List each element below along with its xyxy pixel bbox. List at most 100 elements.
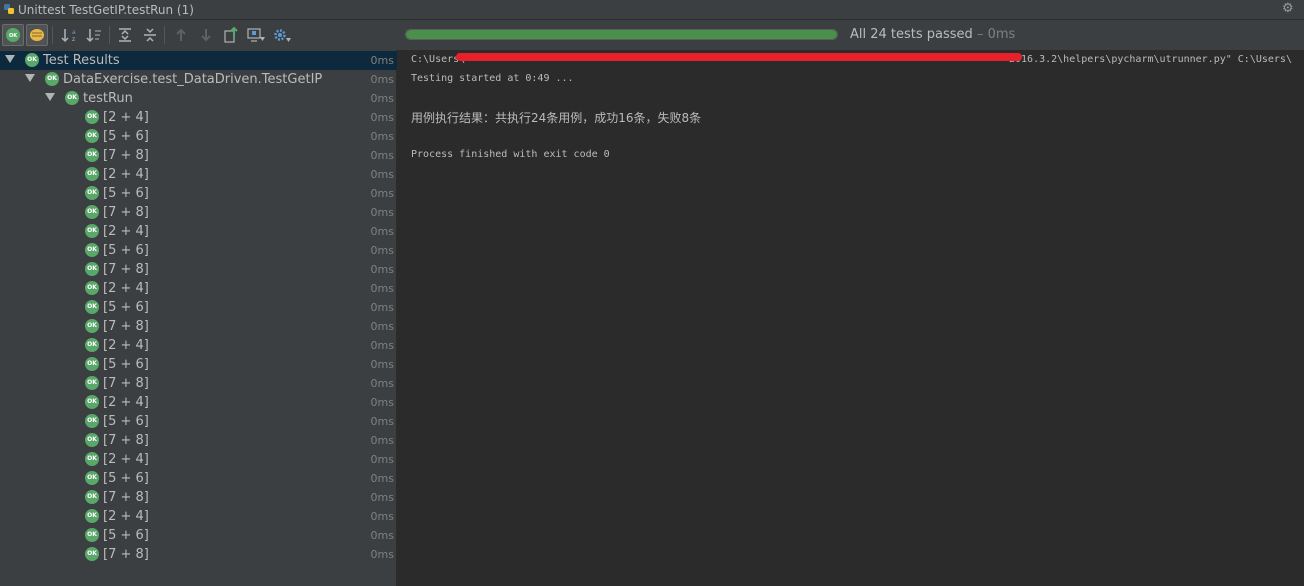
console-exit-code: Process finished with exit code 0: [411, 149, 610, 160]
test-case-time: 0ms: [370, 434, 394, 447]
tree-suite-row[interactable]: OK DataExercise.test_DataDriven.TestGetI…: [0, 70, 397, 89]
test-case-row[interactable]: OK [7 + 8] 0ms: [0, 374, 397, 393]
ok-icon: OK: [85, 205, 99, 219]
show-passed-button[interactable]: OK: [2, 24, 24, 46]
test-case-time: 0ms: [370, 111, 394, 124]
console-result-summary: 用例执行结果：共执行24条用例，成功16条，失败8条: [411, 111, 702, 125]
redaction-mark: [456, 53, 1022, 61]
previous-failed-button[interactable]: [170, 24, 192, 46]
test-case-label: [2 + 4]: [103, 110, 149, 125]
arrow-up-icon: [176, 28, 186, 41]
test-case-label: [2 + 4]: [103, 395, 149, 410]
title-bar: Unittest TestGetIP.testRun (1) ⚙: [0, 0, 1304, 20]
tree-method-row[interactable]: OK testRun 0ms: [0, 89, 397, 108]
collapse-all-button[interactable]: [139, 24, 161, 46]
progress-fill: [406, 30, 837, 39]
test-case-row[interactable]: OK [5 + 6] 0ms: [0, 184, 397, 203]
test-case-label: [7 + 8]: [103, 148, 149, 163]
test-case-label: [2 + 4]: [103, 509, 149, 524]
sort-duration-button[interactable]: [83, 24, 105, 46]
test-case-row[interactable]: OK [5 + 6] 0ms: [0, 526, 397, 545]
tree-suite-label: DataExercise.test_DataDriven.TestGetIP: [63, 72, 323, 87]
test-case-row[interactable]: OK [2 + 4] 0ms: [0, 393, 397, 412]
svg-text:z: z: [72, 36, 75, 43]
import-icon: [247, 28, 265, 42]
expand-arrow-icon[interactable]: [45, 93, 55, 101]
gear-icon[interactable]: ⚙: [1282, 1, 1300, 17]
ok-icon: OK: [65, 91, 79, 105]
test-case-row[interactable]: OK [7 + 8] 0ms: [0, 146, 397, 165]
test-case-row[interactable]: OK [7 + 8] 0ms: [0, 545, 397, 564]
status-time: – 0ms: [972, 27, 1016, 42]
test-case-time: 0ms: [370, 396, 394, 409]
test-case-row[interactable]: OK [2 + 4] 0ms: [0, 507, 397, 526]
test-case-row[interactable]: OK [2 + 4] 0ms: [0, 222, 397, 241]
test-case-label: [5 + 6]: [103, 528, 149, 543]
test-case-label: [7 + 8]: [103, 319, 149, 334]
test-case-row[interactable]: OK [5 + 6] 0ms: [0, 469, 397, 488]
test-case-row[interactable]: OK [2 + 4] 0ms: [0, 336, 397, 355]
import-button[interactable]: [245, 24, 267, 46]
ok-icon: OK: [85, 167, 99, 181]
show-ignored-button[interactable]: [26, 24, 48, 46]
sort-alpha-button[interactable]: a z: [58, 24, 80, 46]
tree-method-time: 0ms: [370, 92, 394, 105]
ok-icon: OK: [25, 53, 39, 67]
test-case-row[interactable]: OK [5 + 6] 0ms: [0, 355, 397, 374]
test-case-label: [7 + 8]: [103, 547, 149, 562]
ok-icon: OK: [85, 471, 99, 485]
test-case-row[interactable]: OK [5 + 6] 0ms: [0, 127, 397, 146]
tree-suite-time: 0ms: [370, 73, 394, 86]
ok-icon: OK: [85, 547, 99, 561]
next-failed-button[interactable]: [195, 24, 217, 46]
sort-duration-icon: [86, 29, 101, 43]
console-testing-started: Testing started at 0:49 ...: [411, 73, 574, 84]
test-case-time: 0ms: [370, 510, 394, 523]
test-case-time: 0ms: [370, 263, 394, 276]
status-summary: All 24 tests passed – 0ms: [850, 27, 1015, 42]
test-case-row[interactable]: OK [5 + 6] 0ms: [0, 298, 397, 317]
tree-root-row[interactable]: OK Test Results 0ms: [0, 51, 397, 70]
test-case-time: 0ms: [370, 377, 394, 390]
test-case-label: [2 + 4]: [103, 338, 149, 353]
collapse-all-icon: [144, 28, 156, 42]
tree-root-time: 0ms: [370, 54, 394, 67]
test-case-time: 0ms: [370, 320, 394, 333]
test-case-row[interactable]: OK [7 + 8] 0ms: [0, 488, 397, 507]
svg-text:a: a: [72, 29, 76, 36]
test-case-time: 0ms: [370, 244, 394, 257]
ok-icon: OK: [85, 490, 99, 504]
expand-arrow-icon[interactable]: [5, 55, 15, 63]
test-case-row[interactable]: OK [2 + 4] 0ms: [0, 279, 397, 298]
test-case-time: 0ms: [370, 339, 394, 352]
export-button[interactable]: [220, 24, 242, 46]
test-case-row[interactable]: OK [2 + 4] 0ms: [0, 108, 397, 127]
expand-all-button[interactable]: [114, 24, 136, 46]
test-case-row[interactable]: OK [5 + 6] 0ms: [0, 241, 397, 260]
expand-arrow-icon[interactable]: [25, 74, 35, 82]
test-case-label: [5 + 6]: [103, 129, 149, 144]
test-case-row[interactable]: OK [7 + 8] 0ms: [0, 203, 397, 222]
progress-bar: [405, 29, 838, 40]
test-case-label: [2 + 4]: [103, 167, 149, 182]
test-case-row[interactable]: OK [2 + 4] 0ms: [0, 450, 397, 469]
test-case-row[interactable]: OK [7 + 8] 0ms: [0, 260, 397, 279]
test-case-time: 0ms: [370, 225, 394, 238]
settings-button[interactable]: [271, 24, 293, 46]
test-case-row[interactable]: OK [2 + 4] 0ms: [0, 165, 397, 184]
test-case-time: 0ms: [370, 358, 394, 371]
ok-icon: OK: [85, 186, 99, 200]
settings-icon: [274, 29, 291, 42]
test-case-label: [2 + 4]: [103, 224, 149, 239]
console-output[interactable]: C:\Users\ 2016.3.2\helpers\pycharm\utrun…: [398, 50, 1304, 586]
console-command-end: 2016.3.2\helpers\pycharm\utrunner.py" C:…: [1009, 54, 1292, 65]
test-case-time: 0ms: [370, 548, 394, 561]
ok-icon: OK: [85, 376, 99, 390]
ok-icon: OK: [85, 452, 99, 466]
test-case-row[interactable]: OK [5 + 6] 0ms: [0, 412, 397, 431]
test-case-row[interactable]: OK [7 + 8] 0ms: [0, 317, 397, 336]
test-case-row[interactable]: OK [7 + 8] 0ms: [0, 431, 397, 450]
show-passed-icon: OK: [6, 28, 20, 42]
tree-root-label: Test Results: [43, 53, 120, 68]
test-case-time: 0ms: [370, 415, 394, 428]
